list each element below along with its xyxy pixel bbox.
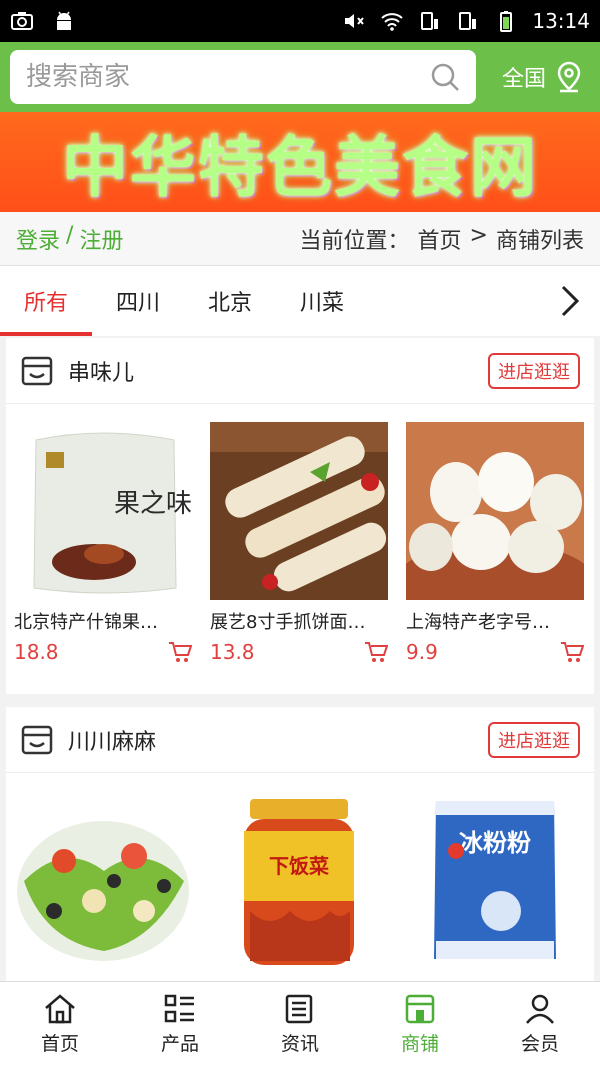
shop-header: 串味儿 进店逛逛 — [6, 338, 594, 404]
tabs-more-button[interactable] — [540, 266, 600, 336]
tab-sichuan[interactable]: 四川 — [92, 266, 184, 336]
news-icon — [285, 994, 313, 1024]
category-tabs: 所有 四川 北京 川菜 — [0, 266, 600, 336]
search-icon[interactable] — [430, 62, 460, 92]
product-card[interactable]: 展艺8寸手抓饼面… 13.8 — [210, 422, 388, 664]
product-image[interactable]: 果之味 — [14, 422, 192, 600]
breadcrumb-prefix: 当前位置： — [299, 228, 410, 254]
tab-chuancai[interactable]: 川菜 — [276, 266, 368, 336]
product-card[interactable]: 冰粉粉 — [406, 791, 584, 969]
product-image[interactable]: 冰粉粉 — [406, 791, 584, 969]
banner-title: 中华特色美食网 — [62, 129, 538, 206]
product-image[interactable] — [14, 791, 192, 969]
search-header: 全国 — [0, 42, 600, 112]
store-icon — [21, 356, 53, 385]
tab-all[interactable]: 所有 — [0, 266, 92, 336]
product-image[interactable] — [406, 422, 584, 600]
product-card[interactable]: 下饭菜 — [210, 791, 388, 969]
nav-home-label: 首页 — [40, 1033, 79, 1055]
product-name: 展艺8寸手抓饼面… — [210, 612, 366, 633]
home-icon — [45, 994, 75, 1024]
auth-separator: / — [66, 222, 74, 248]
product-card[interactable]: 果之味 北京特产什锦果… 18.8 — [14, 422, 192, 664]
product-card[interactable]: 上海特产老字号… 9.9 — [406, 422, 584, 664]
product-price: 9.9 — [406, 640, 438, 664]
user-icon — [526, 994, 554, 1024]
product-row: 果之味 北京特产什锦果… 18.8 展艺8寸手抓饼面… 13.8 上海特产老字号… — [6, 404, 594, 664]
visit-store-button[interactable]: 进店逛逛 — [488, 352, 580, 389]
sim2-signal-icon — [459, 12, 477, 30]
region-label: 全国 — [501, 67, 546, 92]
status-bar: 13:14 — [0, 0, 600, 42]
nav-home[interactable]: 首页 — [0, 982, 120, 1067]
nav-news[interactable]: 资讯 — [240, 982, 360, 1067]
svg-text:下饭菜: 下饭菜 — [269, 854, 329, 878]
bottom-navigation: 首页 产品 资讯 商铺 会员 — [0, 981, 600, 1067]
product-price: 18.8 — [14, 640, 59, 664]
location-pin-icon — [557, 61, 581, 93]
product-card[interactable] — [14, 791, 192, 969]
search-box[interactable] — [10, 50, 476, 104]
nav-stores-label: 商铺 — [400, 1033, 439, 1055]
nav-products-label: 产品 — [160, 1033, 199, 1055]
svg-text:冰粉粉: 冰粉粉 — [459, 829, 531, 857]
breadcrumb-separator: > — [469, 222, 488, 248]
product-image[interactable] — [210, 422, 388, 600]
battery-icon — [500, 11, 513, 32]
nav-member-label: 会员 — [520, 1033, 559, 1055]
product-price: 13.8 — [210, 640, 255, 664]
nav-news-label: 资讯 — [280, 1033, 319, 1055]
product-name: 上海特产老字号… — [406, 612, 550, 633]
shop-name[interactable]: 川川麻麻 — [68, 724, 156, 756]
store-icon — [21, 725, 53, 754]
svg-text:果之味: 果之味 — [114, 489, 192, 519]
android-icon — [57, 11, 71, 30]
clock: 13:14 — [532, 9, 590, 33]
product-image[interactable]: 下饭菜 — [210, 791, 388, 969]
breadcrumb: 当前位置： 首页 > 商铺列表 — [300, 223, 584, 255]
shop-header: 川川麻麻 进店逛逛 — [6, 707, 594, 773]
search-input[interactable] — [26, 62, 430, 92]
store-icon — [405, 994, 435, 1024]
product-row: 下饭菜 冰粉粉 — [6, 773, 594, 969]
mute-icon — [345, 14, 365, 28]
nav-products[interactable]: 产品 — [120, 982, 240, 1067]
product-name: 北京特产什锦果… — [14, 612, 158, 633]
visit-store-button[interactable]: 进店逛逛 — [488, 721, 580, 758]
shop-card: 串味儿 进店逛逛 果之味 北京特产什锦果… 18.8 展艺8寸手抓饼面… 13.… — [6, 338, 594, 694]
breadcrumb-current: 商铺列表 — [495, 228, 584, 254]
breadcrumb-home[interactable]: 首页 — [418, 223, 462, 255]
screenshot-icon — [11, 12, 33, 30]
tab-beijing[interactable]: 北京 — [184, 266, 276, 336]
cart-icon[interactable] — [364, 641, 388, 663]
grid-list-icon — [164, 994, 194, 1023]
sim1-signal-icon — [421, 12, 439, 30]
nav-stores[interactable]: 商铺 — [360, 982, 480, 1067]
nav-member[interactable]: 会员 — [480, 982, 600, 1067]
site-banner: 中华特色美食网 — [0, 112, 600, 212]
register-link[interactable]: 注册 — [79, 223, 123, 255]
cart-icon[interactable] — [560, 641, 584, 663]
shop-card: 川川麻麻 进店逛逛 下饭菜 冰粉粉 — [6, 707, 594, 1007]
shop-name[interactable]: 串味儿 — [68, 355, 134, 387]
auth-breadcrumb-bar: 登录 / 注册 当前位置： 首页 > 商铺列表 — [0, 212, 600, 266]
chevron-right-icon — [561, 285, 580, 317]
auth-links: 登录 / 注册 — [16, 223, 123, 255]
cart-icon[interactable] — [168, 641, 192, 663]
wifi-icon — [381, 13, 404, 31]
region-selector[interactable]: 全国 — [502, 61, 590, 93]
login-link[interactable]: 登录 — [16, 223, 60, 255]
